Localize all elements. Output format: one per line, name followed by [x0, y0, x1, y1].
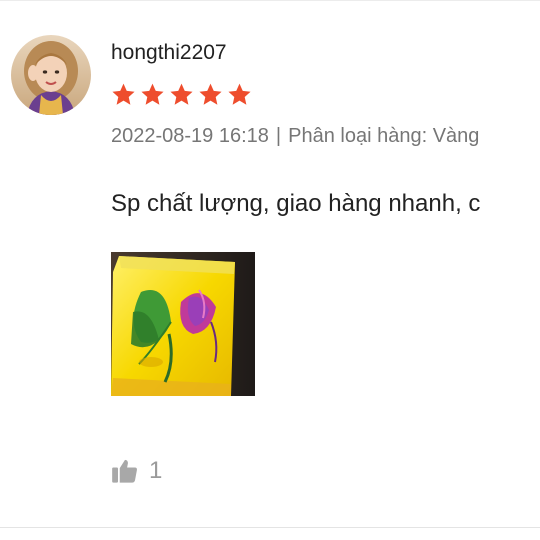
review-date: 2022-08-19 16:18	[111, 125, 269, 147]
review-photo-thumbnail[interactable]	[111, 252, 255, 396]
variation-label: Phân loại hàng:	[288, 125, 428, 147]
star-icon	[170, 83, 193, 105]
avatar[interactable]	[11, 35, 91, 115]
variation-value: Vàng	[432, 125, 480, 147]
like-count: 1	[149, 457, 163, 484]
meta-separator: |	[275, 125, 282, 147]
star-icon	[228, 83, 251, 105]
star-rating	[111, 82, 252, 107]
review-comment: Sp chất lượng, giao hàng nhanh, c	[111, 190, 481, 217]
like-button[interactable]: 1	[111, 457, 162, 485]
star-icon	[141, 83, 164, 105]
thumbs-up-icon	[112, 459, 137, 483]
star-icon	[199, 83, 222, 105]
review-meta: 2022-08-19 16:18 | Phân loại hàng: Vàng	[111, 125, 479, 148]
top-divider	[0, 0, 540, 1]
reviewer-username[interactable]: hongthi2207	[111, 41, 227, 65]
bottom-divider	[0, 527, 540, 528]
review-card: hongthi2207 2022-08-19 16:18 | Phân loại h…	[0, 0, 540, 540]
star-icon	[112, 83, 135, 105]
